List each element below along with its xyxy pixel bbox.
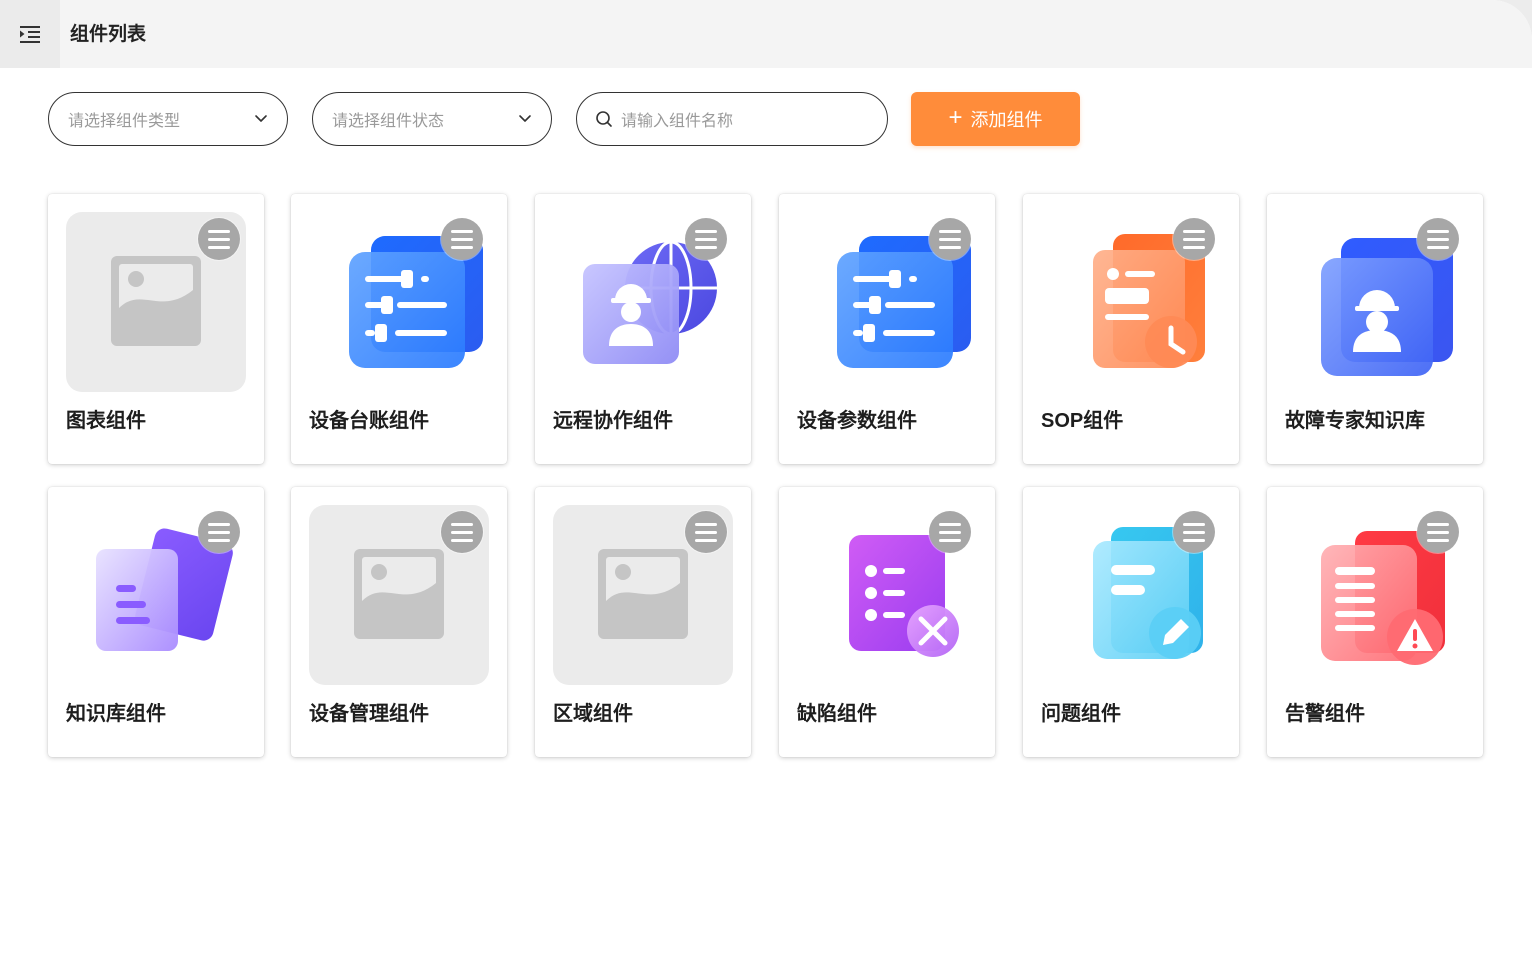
component-name: 缺陷组件 <box>797 703 877 725</box>
component-card[interactable]: 图表组件 <box>48 194 264 464</box>
component-card[interactable]: 缺陷组件 <box>779 487 995 757</box>
top-bar: 组件列表 <box>0 0 1532 68</box>
card-menu-icon[interactable] <box>929 511 971 553</box>
component-card[interactable]: 故障专家知识库 <box>1267 194 1483 464</box>
component-card[interactable]: 设备参数组件 <box>779 194 995 464</box>
plus-icon: + <box>948 104 963 131</box>
component-card[interactable]: 设备台账组件 <box>291 194 507 464</box>
card-menu-icon[interactable] <box>441 511 483 553</box>
component-type-select[interactable]: 请选择组件类型 <box>48 92 288 146</box>
component-card[interactable]: 告警组件 <box>1267 487 1483 757</box>
component-card[interactable]: 问题组件 <box>1023 487 1239 757</box>
chevron-down-icon <box>255 115 267 122</box>
component-card[interactable]: 知识库组件 <box>48 487 264 757</box>
component-type-placeholder: 请选择组件类型 <box>68 113 181 130</box>
component-status-select[interactable]: 请选择组件状态 <box>312 92 552 146</box>
card-menu-icon[interactable] <box>685 218 727 260</box>
component-card[interactable]: 远程协作组件 <box>535 194 751 464</box>
component-name: 区域组件 <box>553 703 633 725</box>
card-menu-icon[interactable] <box>441 218 483 260</box>
component-card[interactable]: 设备管理组件 <box>291 487 507 757</box>
component-name-search[interactable]: 请输入组件名称 <box>576 92 888 146</box>
card-menu-icon[interactable] <box>685 511 727 553</box>
component-name: 故障专家知识库 <box>1285 410 1425 432</box>
component-name: 设备管理组件 <box>309 703 429 725</box>
card-menu-icon[interactable] <box>929 218 971 260</box>
app-window: 组件列表 请选择组件类型 请选择组件状态 请输入组件名称 + 添加组件 图表组件… <box>0 0 1532 980</box>
component-name: 设备参数组件 <box>797 410 917 432</box>
component-status-placeholder: 请选择组件状态 <box>332 113 445 130</box>
search-icon <box>596 111 612 127</box>
card-menu-icon[interactable] <box>1173 218 1215 260</box>
component-name: SOP组件 <box>1041 410 1124 432</box>
component-name: 远程协作组件 <box>553 410 673 432</box>
component-name: 设备台账组件 <box>309 410 429 432</box>
card-menu-icon[interactable] <box>1417 218 1459 260</box>
card-menu-icon[interactable] <box>198 511 240 553</box>
card-menu-icon[interactable] <box>198 218 240 260</box>
page-title: 组件列表 <box>70 24 147 45</box>
card-menu-icon[interactable] <box>1173 511 1215 553</box>
add-component-button[interactable]: + 添加组件 <box>911 92 1080 146</box>
indent-menu-icon[interactable] <box>0 0 60 68</box>
add-component-label: 添加组件 <box>970 110 1043 130</box>
component-name: 告警组件 <box>1285 703 1365 725</box>
component-card[interactable]: 区域组件 <box>535 487 751 757</box>
card-menu-icon[interactable] <box>1417 511 1459 553</box>
search-placeholder: 请输入组件名称 <box>621 113 734 130</box>
chevron-down-icon <box>519 115 531 122</box>
component-name: 知识库组件 <box>66 703 166 725</box>
component-name: 图表组件 <box>66 410 146 432</box>
component-card[interactable]: SOP组件 <box>1023 194 1239 464</box>
component-name: 问题组件 <box>1041 703 1121 725</box>
